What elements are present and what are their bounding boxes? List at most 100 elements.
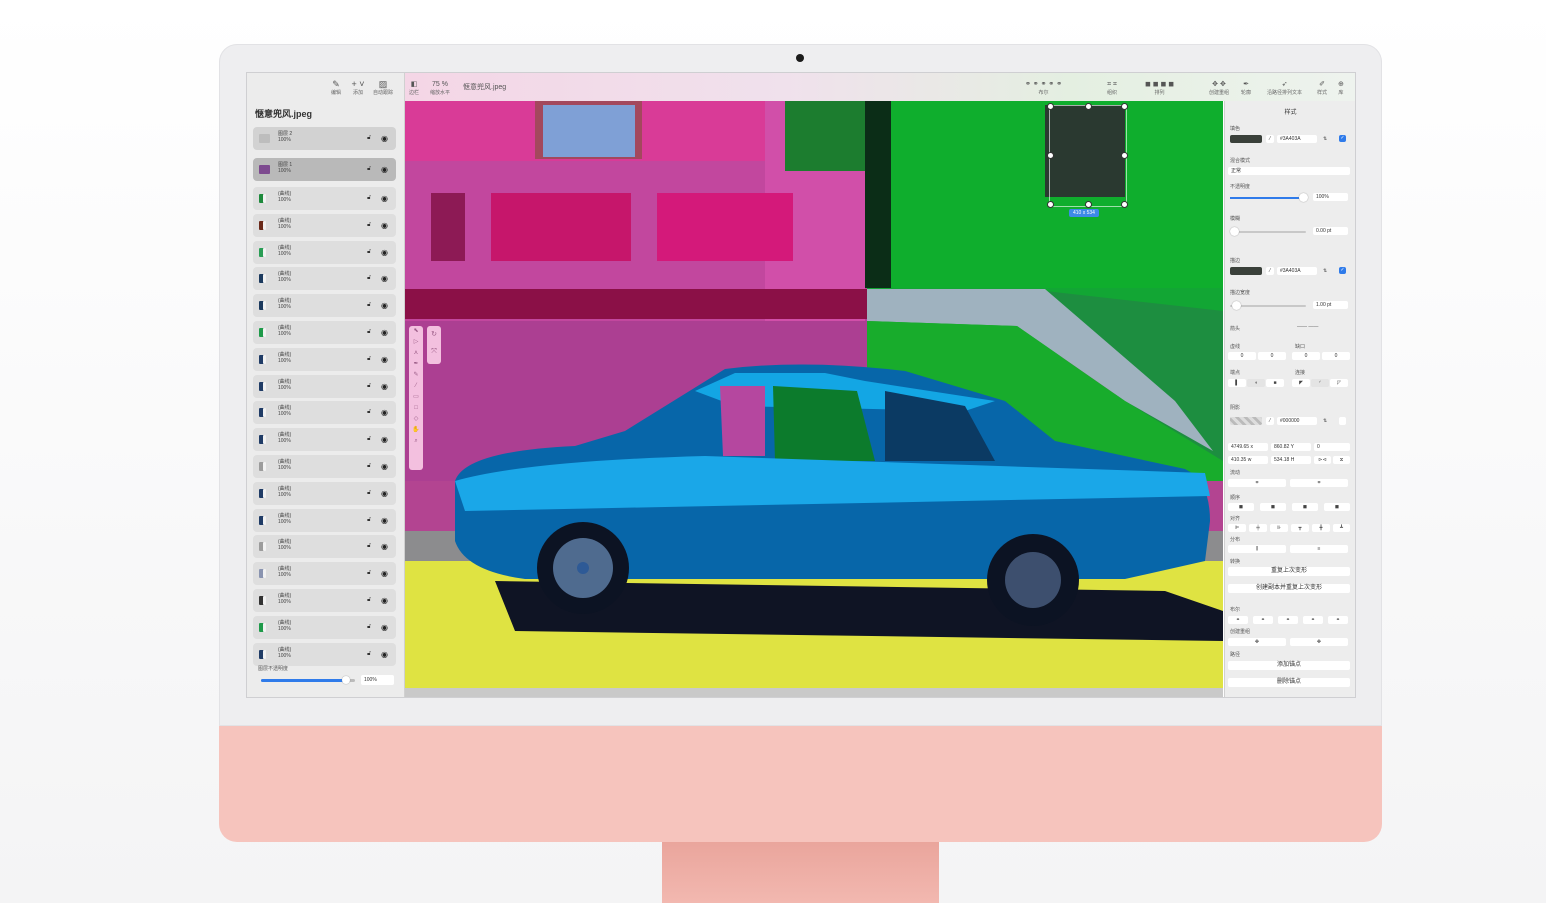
library-button[interactable]: ⊕ 库 xyxy=(1338,80,1344,96)
stroke-eyedropper-icon[interactable]: ⁄ xyxy=(1266,267,1274,275)
opacity-slider[interactable] xyxy=(1230,193,1309,202)
eye-icon[interactable]: ◉ xyxy=(381,382,388,391)
layer-row[interactable]: (曲线) 100% 🔓︎ ◉ xyxy=(253,535,396,559)
edit-button[interactable]: ✎ 编辑 xyxy=(324,79,348,96)
subtract-button[interactable]: ⚭ xyxy=(1253,616,1273,624)
lock-icon[interactable]: 🔓︎ xyxy=(367,383,371,390)
selection-handle[interactable] xyxy=(1085,103,1092,110)
outline-tool[interactable]: ✒ 轮廓 xyxy=(1241,80,1251,96)
send-backward-button[interactable]: ◼ xyxy=(1292,503,1318,511)
lock-icon[interactable]: 🔓︎ xyxy=(367,624,371,631)
join-round-button[interactable]: ◜ xyxy=(1311,379,1329,387)
selection-handle[interactable] xyxy=(1121,103,1128,110)
direct-select-tool-icon[interactable]: ▷ xyxy=(409,337,423,348)
layer-row[interactable]: (曲线) 100% 🔓︎ ◉ xyxy=(253,589,396,612)
repeat-transform-button[interactable]: 重复上次变形 xyxy=(1228,567,1350,576)
layer-row[interactable]: (曲线) 100% 🔓︎ ◉ xyxy=(253,213,396,237)
selection-handle[interactable] xyxy=(1047,201,1054,208)
lock-icon[interactable]: 🔓︎ xyxy=(367,570,371,577)
shape-tool-icon[interactable]: □ xyxy=(409,403,423,414)
lock-icon[interactable]: 🔓︎ xyxy=(367,409,371,416)
eye-icon[interactable]: ◉ xyxy=(381,134,388,143)
fill-hex-field[interactable]: #3A403A xyxy=(1277,135,1317,143)
sidebar-toggle-button[interactable]: ◧ 边栏 xyxy=(409,80,419,96)
text-tool-icon[interactable]: ▭ xyxy=(409,392,423,403)
group-button[interactable]: ✥ xyxy=(1228,638,1286,646)
eye-icon[interactable]: ◉ xyxy=(381,248,388,257)
stroke-width-slider[interactable] xyxy=(1230,301,1306,310)
align-right-button[interactable]: ⊪ xyxy=(1270,524,1288,532)
selection-handle[interactable] xyxy=(1121,152,1128,159)
lock-icon[interactable]: 🔓︎ xyxy=(367,490,371,497)
distribute-horizontal-button[interactable]: ⫼ xyxy=(1228,545,1286,553)
shadow-swap-icon[interactable]: ⇅ xyxy=(1323,418,1327,424)
lock-icon[interactable]: 🔓︎ xyxy=(367,463,371,470)
pen-tool-icon[interactable]: ✒ xyxy=(409,359,423,370)
node-tool-icon[interactable]: ⋏ xyxy=(409,348,423,359)
zoom-tool-icon[interactable]: ⌕ xyxy=(409,436,423,447)
selection-handle[interactable] xyxy=(1121,201,1128,208)
add-anchor-button[interactable]: 添加锚点 xyxy=(1228,661,1350,670)
eyedropper-icon[interactable]: ⁄ xyxy=(1266,135,1274,143)
layer-group-row[interactable]: 图层 2 100% 🔓︎ ◉ xyxy=(253,127,396,150)
layer-row[interactable]: (曲线) 100% 🔓︎ ◉ xyxy=(253,615,396,639)
eye-icon[interactable]: ◉ xyxy=(381,221,388,230)
group-tools[interactable]: ✥ ✥ 创建重组 xyxy=(1209,80,1229,96)
eye-icon[interactable]: ◉ xyxy=(381,328,388,337)
opacity-slider-knob[interactable] xyxy=(1299,193,1309,202)
eraser-tool-icon[interactable]: ◇ xyxy=(409,414,423,425)
ungroup-button[interactable]: ✥ xyxy=(1290,638,1348,646)
gap-field-2[interactable]: 0 xyxy=(1322,352,1350,360)
lock-icon[interactable]: 🔓︎ xyxy=(367,651,371,658)
eye-icon[interactable]: ◉ xyxy=(381,355,388,364)
eye-icon[interactable]: ◉ xyxy=(381,165,388,174)
lock-icon[interactable]: 🔓︎ xyxy=(367,597,371,604)
horizontal-scrollbar[interactable] xyxy=(405,688,1223,697)
dash-field-1[interactable]: 0 xyxy=(1228,352,1256,360)
layer-row[interactable]: (曲线) 100% 🔓︎ ◉ xyxy=(253,562,396,586)
layer-opacity-knob[interactable] xyxy=(341,676,350,684)
pencil-tool-icon[interactable]: ✎ xyxy=(409,370,423,381)
lock-icon[interactable]: 🔓︎ xyxy=(367,517,371,524)
align-left-button[interactable]: ⊫ xyxy=(1228,524,1246,532)
layer-row[interactable]: (曲线) 100% 🔓︎ ◉ xyxy=(253,294,396,318)
arrow-style-icon[interactable]: —— —— xyxy=(1297,324,1318,330)
shadow-enabled-checkbox[interactable] xyxy=(1339,417,1346,425)
blur-slider[interactable] xyxy=(1230,227,1306,236)
lock-icon[interactable]: 🔓︎ xyxy=(367,222,371,229)
opacity-field[interactable]: 100% xyxy=(1313,193,1348,201)
lock-icon[interactable]: 🔓︎ xyxy=(367,356,371,363)
layer-row[interactable]: (曲线) 100% 🔓︎ ◉ xyxy=(253,374,396,398)
selection-handle[interactable] xyxy=(1047,152,1054,159)
zoom-control[interactable]: 75 % 缩放水平 xyxy=(430,80,450,96)
add-button[interactable]: + ˅ 添加 xyxy=(346,79,370,96)
fill-enabled-checkbox[interactable]: ✓ xyxy=(1339,135,1346,142)
flow-button-1[interactable]: ⌗ xyxy=(1228,479,1286,487)
eye-icon[interactable]: ◉ xyxy=(381,435,388,444)
lock-icon[interactable]: 🔓︎ xyxy=(367,302,371,309)
selection-handle[interactable] xyxy=(1085,201,1092,208)
shadow-eyedropper-icon[interactable]: ⁄ xyxy=(1266,417,1274,425)
layer-row[interactable]: (曲线) 100% 🔓︎ ◉ xyxy=(253,267,396,291)
stroke-enabled-checkbox[interactable]: ✓ xyxy=(1339,267,1346,274)
join-bevel-button[interactable]: ◸ xyxy=(1330,379,1348,387)
eye-icon[interactable]: ◉ xyxy=(381,194,388,203)
layer-row[interactable]: (曲线) 100% 🔓︎ ◉ xyxy=(253,347,396,371)
align-bottom-button[interactable]: ┻ xyxy=(1333,524,1350,532)
layer-opacity-value[interactable]: 100% xyxy=(361,675,394,685)
distribute-vertical-button[interactable]: ≡ xyxy=(1290,545,1348,553)
send-to-back-button[interactable]: ◼ xyxy=(1324,503,1350,511)
stroke-hex-field[interactable]: #3A403A xyxy=(1277,267,1317,275)
height-field[interactable]: 534.18 H xyxy=(1271,456,1311,464)
cap-round-button[interactable]: ◖ xyxy=(1247,379,1265,387)
lock-icon[interactable]: 🔓︎ xyxy=(367,195,371,202)
stroke-width-knob[interactable] xyxy=(1232,301,1241,310)
layer-group-row[interactable]: 图层 1 100% 🔓︎ ◉ xyxy=(253,158,396,181)
style-panel-button[interactable]: ✐ 样式 xyxy=(1317,80,1327,96)
boolean-tools[interactable]: ⚭ ⚭ ⚭ ⚭ ⚭ 布尔 xyxy=(1025,80,1062,96)
stroke-swap-icon[interactable]: ⇅ xyxy=(1323,268,1327,274)
rotate-tool-icon[interactable]: ↻ xyxy=(427,326,441,343)
bring-to-front-button[interactable]: ◼ xyxy=(1228,503,1254,511)
layer-row[interactable]: (曲线) 100% 🔓︎ ◉ xyxy=(253,321,396,344)
blur-slider-knob[interactable] xyxy=(1230,227,1239,236)
